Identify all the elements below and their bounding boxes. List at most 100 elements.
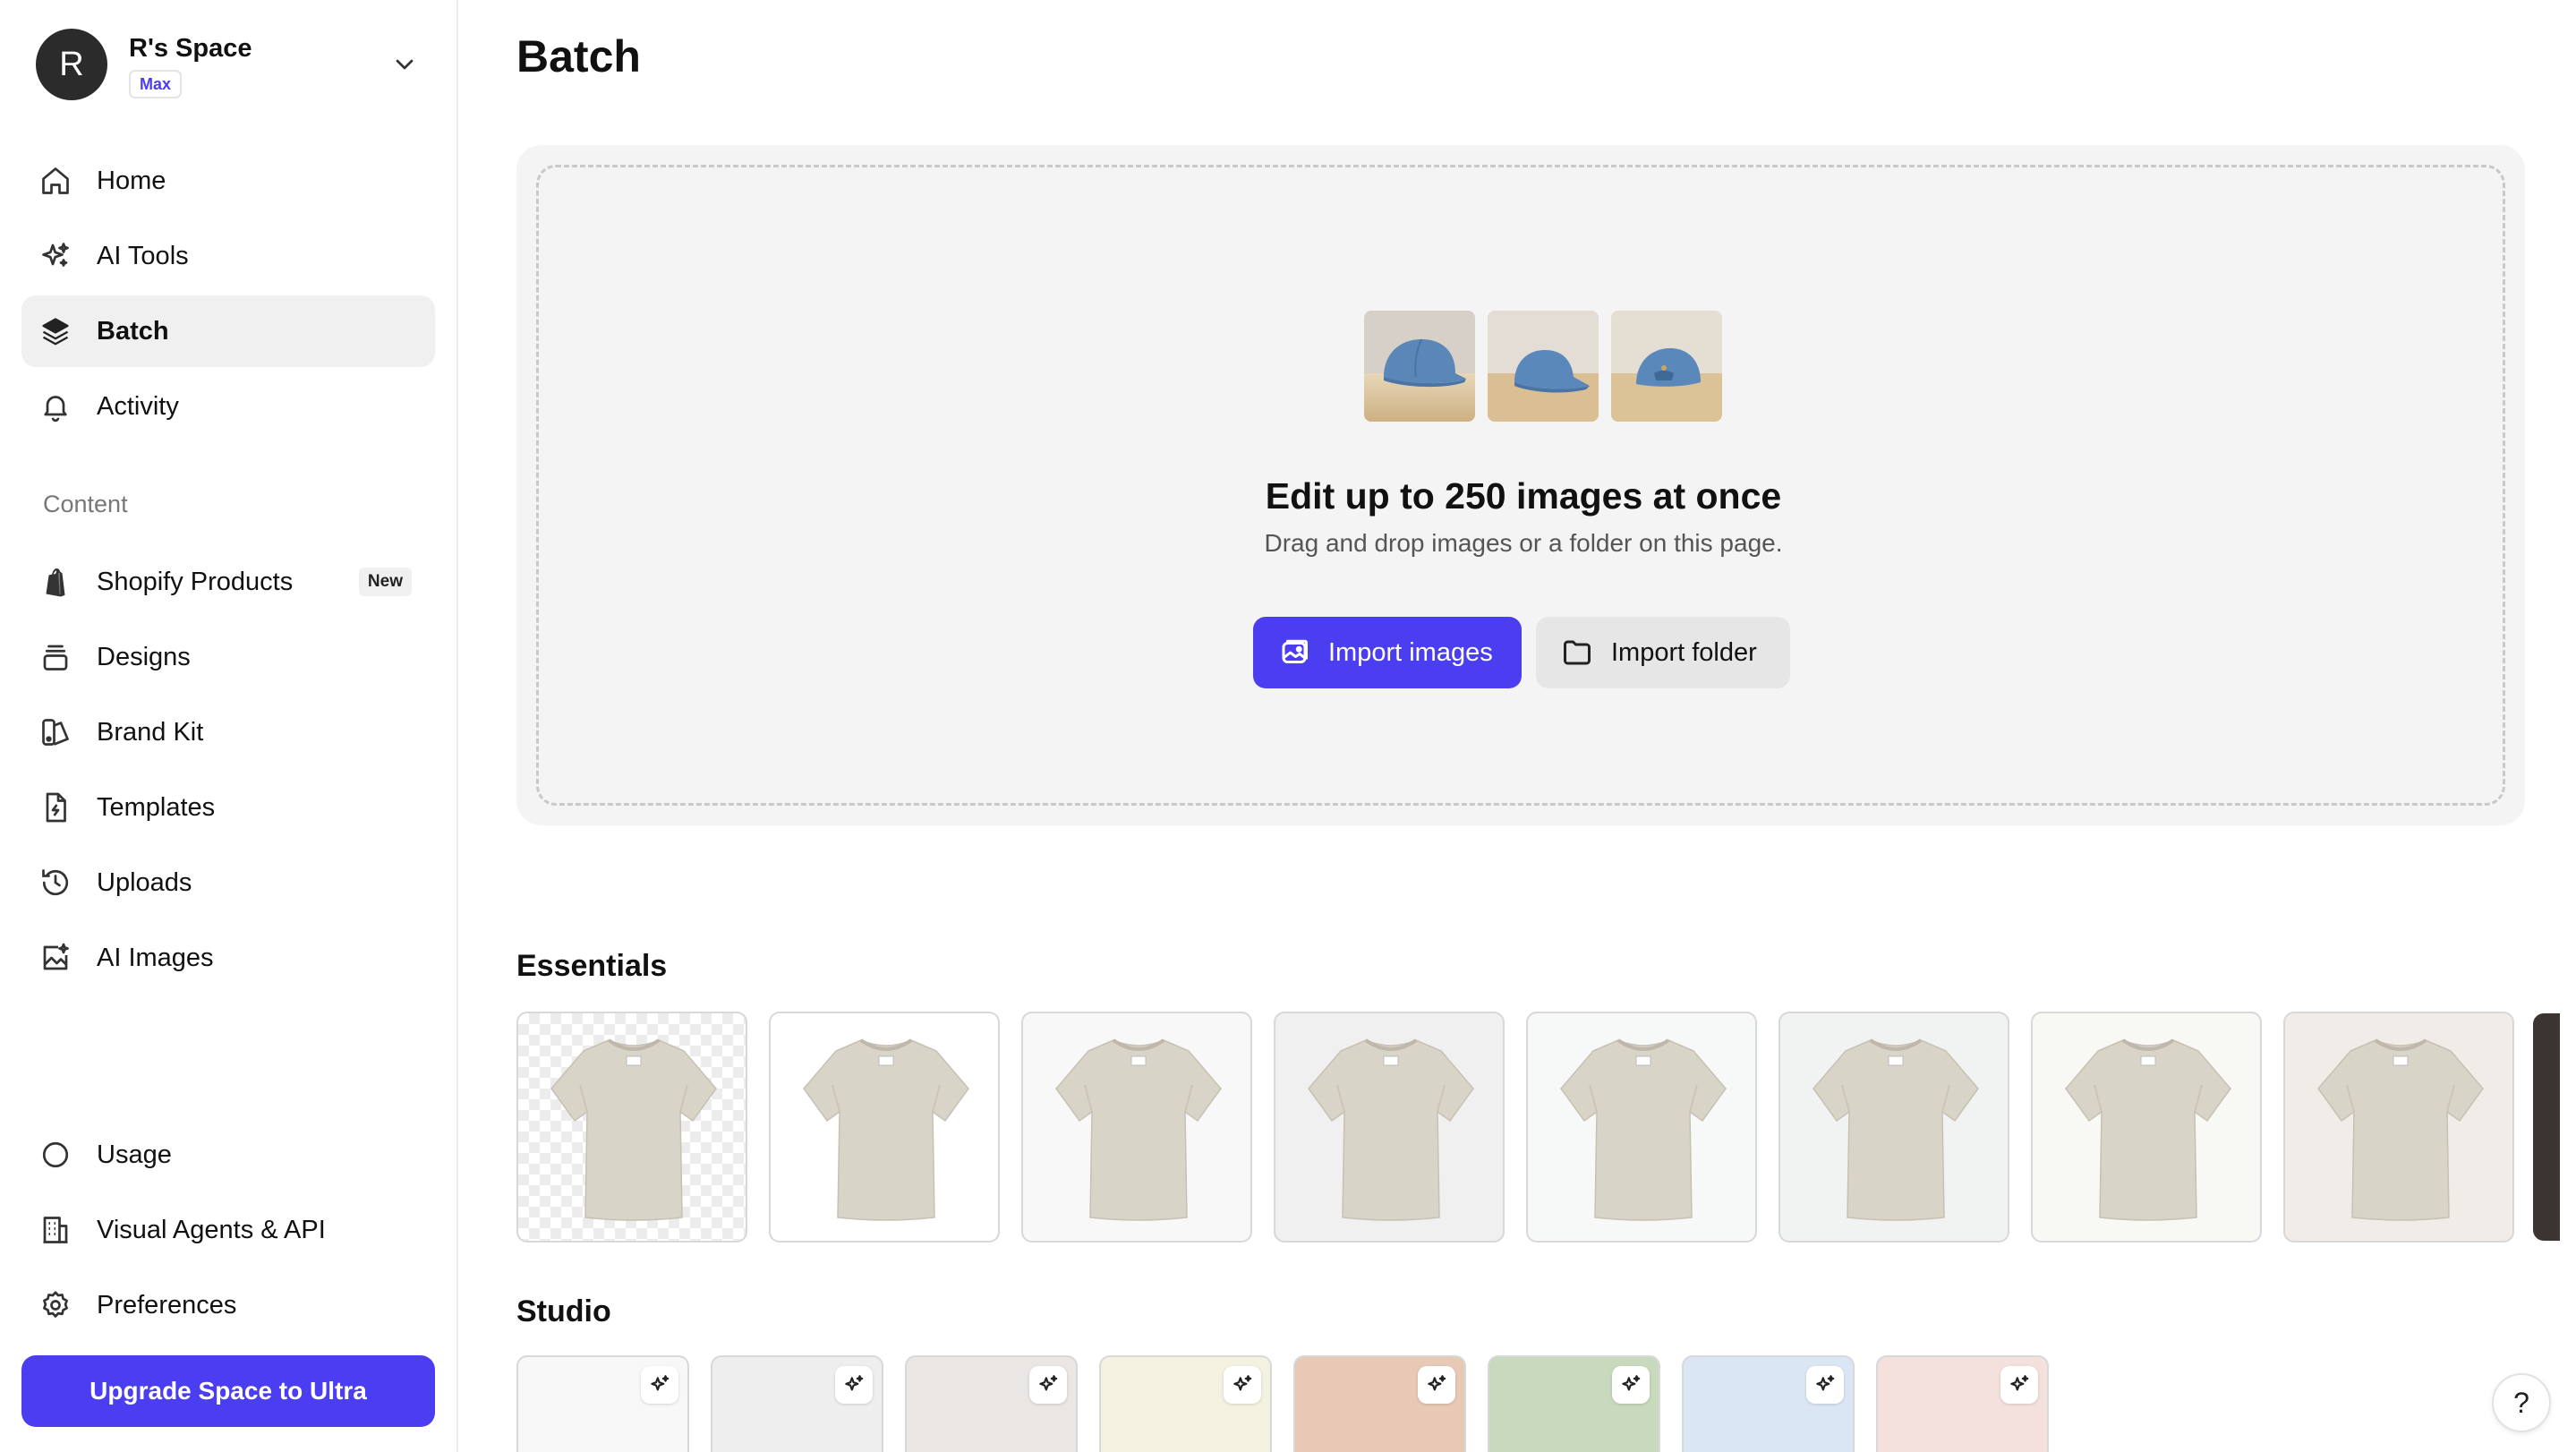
home-icon (42, 167, 69, 194)
generate-button[interactable] (835, 1366, 873, 1404)
new-badge: New (358, 568, 412, 596)
sidebar-item-label: Shopify Products (97, 567, 294, 596)
sidebar-item-visual-agents[interactable]: Visual Agents & API (21, 1194, 435, 1266)
generate-button[interactable] (1806, 1366, 1844, 1404)
sparkle-icon (1233, 1375, 1252, 1391)
import-images-label: Import images (1328, 638, 1493, 667)
tshirt-image (1308, 1038, 1474, 1221)
essentials-background-option[interactable] (2031, 1012, 2262, 1243)
tshirt-image (550, 1038, 717, 1221)
studio-background-option[interactable] (1488, 1355, 1660, 1452)
space-switcher[interactable]: R R's Space Max (36, 29, 430, 104)
generate-button[interactable] (1612, 1366, 1650, 1404)
sidebar-item-label: Designs (97, 642, 191, 671)
sample-cap-image (1611, 311, 1722, 422)
sparkles-icon (42, 243, 69, 267)
studio-background-option[interactable] (711, 1355, 883, 1452)
import-folder-label: Import folder (1611, 638, 1757, 667)
import-images-button[interactable]: Import images (1253, 617, 1522, 688)
tshirt-image (1813, 1038, 1979, 1221)
sidebar-item-batch[interactable]: Batch (21, 295, 435, 367)
generate-button[interactable] (641, 1366, 678, 1404)
studio-background-option[interactable] (1876, 1355, 2049, 1452)
sidebar-item-label: Uploads (97, 867, 192, 897)
studio-background-option[interactable] (1099, 1355, 1272, 1452)
tshirt-image (1055, 1038, 1222, 1221)
dropzone[interactable]: Edit up to 250 images at once Drag and d… (536, 165, 2505, 806)
shopify-bag-icon (46, 568, 65, 597)
generate-button[interactable] (1029, 1366, 1067, 1404)
usage-ring-icon (42, 1141, 69, 1168)
sample-cap-image (1364, 311, 1475, 422)
sidebar-item-label: Brand Kit (97, 717, 204, 747)
sparkle-icon (1622, 1375, 1641, 1391)
layers-icon (42, 318, 69, 346)
essentials-background-option[interactable] (769, 1012, 1000, 1243)
essentials-background-option[interactable] (516, 1012, 747, 1243)
sidebar-item-activity[interactable]: Activity (21, 371, 435, 442)
ai-image-icon (43, 943, 69, 970)
tshirt-image (2065, 1038, 2231, 1221)
sidebar-item-usage[interactable]: Usage (21, 1119, 435, 1191)
chevron-down-icon[interactable] (390, 50, 419, 79)
sidebar-item-designs[interactable]: Designs (21, 621, 435, 693)
sidebar-item-home[interactable]: Home (21, 145, 435, 217)
designs-stack-icon (43, 645, 68, 670)
plan-badge: Max (129, 70, 183, 98)
sidebar-item-label: Visual Agents & API (97, 1215, 326, 1244)
sparkle-icon (845, 1375, 864, 1391)
dropzone-title: Edit up to 250 images at once (1265, 475, 1782, 517)
generate-button[interactable] (1224, 1366, 1261, 1404)
essentials-background-option[interactable] (2283, 1012, 2514, 1243)
sparkle-icon (1039, 1375, 1058, 1391)
sidebar-item-templates[interactable]: Templates (21, 772, 435, 843)
essentials-next-card[interactable] (2533, 1013, 2560, 1241)
sidebar-item-label: Usage (97, 1140, 172, 1169)
essentials-row (516, 1012, 2541, 1243)
essentials-background-option[interactable] (1526, 1012, 1757, 1243)
sparkle-icon (2010, 1375, 2029, 1391)
studio-background-option[interactable] (905, 1355, 1078, 1452)
sidebar-item-preferences[interactable]: Preferences (21, 1269, 435, 1341)
sample-thumbnails (1364, 311, 1722, 423)
essentials-heading: Essentials (516, 949, 668, 983)
template-file-icon (46, 792, 66, 823)
gear-icon (43, 1291, 68, 1318)
dropzone-subtitle: Drag and drop images or a folder on this… (1264, 529, 1783, 557)
sidebar-item-label: Home (97, 166, 166, 195)
folder-icon (1564, 640, 1591, 665)
sparkle-icon (1428, 1375, 1446, 1391)
studio-background-option[interactable] (1682, 1355, 1855, 1452)
sidebar-item-label: Preferences (97, 1290, 237, 1320)
studio-background-option[interactable] (1293, 1355, 1466, 1452)
sidebar-item-label: Batch (97, 316, 169, 346)
bell-icon (44, 396, 67, 423)
sidebar-item-ai-images[interactable]: AI Images (21, 922, 435, 994)
sidebar-item-shopify-products[interactable]: Shopify Products New (21, 546, 435, 618)
sample-cap-image (1488, 311, 1599, 422)
content-section-label: Content (43, 491, 128, 517)
sidebar-item-brand-kit[interactable]: Brand Kit (21, 696, 435, 768)
sparkle-icon (1816, 1375, 1835, 1391)
avatar: R (36, 29, 107, 100)
generate-button[interactable] (2000, 1366, 2038, 1404)
generate-button[interactable] (1418, 1366, 1455, 1404)
sidebar-item-label: Templates (97, 792, 216, 822)
sidebar-item-uploads[interactable]: Uploads (21, 847, 435, 918)
essentials-background-option[interactable] (1274, 1012, 1505, 1243)
history-clock-icon (42, 869, 69, 896)
studio-background-option[interactable] (516, 1355, 689, 1452)
upgrade-button[interactable]: Upgrade Space to Ultra (21, 1355, 435, 1427)
sidebar-item-ai-tools[interactable]: AI Tools (21, 220, 435, 292)
studio-row (516, 1355, 2575, 1452)
space-name: R's Space (129, 34, 252, 63)
essentials-background-option[interactable] (1021, 1012, 1252, 1243)
import-folder-button[interactable]: Import folder (1536, 617, 1790, 688)
help-button[interactable]: ? (2492, 1373, 2551, 1432)
sidebar-item-label: AI Tools (97, 241, 189, 270)
page-title: Batch (516, 31, 641, 81)
essentials-background-option[interactable] (1778, 1012, 2009, 1243)
sidebar-item-label: AI Images (97, 943, 214, 972)
tshirt-image (2317, 1038, 2484, 1221)
sparkle-icon (651, 1375, 670, 1391)
